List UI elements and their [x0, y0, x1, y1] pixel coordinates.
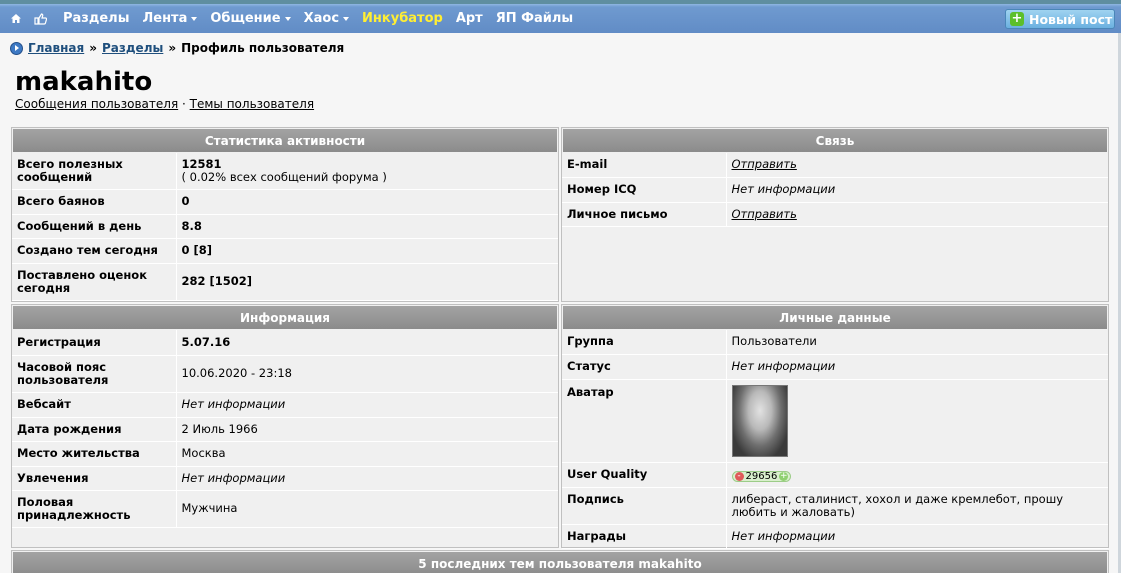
user-messages-link[interactable]: Сообщения пользователя [15, 97, 178, 111]
page-title: makahito [15, 67, 153, 97]
info-label: Вебсайт [12, 392, 177, 418]
breadcrumb-current: Профиль пользователя [181, 41, 345, 55]
send-email-link[interactable]: Отправить [732, 157, 797, 171]
home-icon[interactable] [5, 8, 27, 30]
thumbs-up-icon[interactable] [29, 8, 51, 30]
stats-value: 0 [8] [176, 238, 558, 264]
avatar [731, 384, 788, 457]
stats-value: 282 [1502] [176, 263, 558, 301]
personal-panel: Личные данные Группа Пользователи Статус… [561, 304, 1109, 549]
nav-feed[interactable]: Лента [142, 11, 198, 26]
user-quality-badge: - 29656 + [731, 470, 792, 482]
info-panel: Информация Регистрация 5.07.16 Часовой п… [11, 304, 559, 548]
nav-sections[interactable]: Разделы [63, 11, 129, 26]
info-value: Нет информации [176, 466, 558, 491]
minus-icon[interactable]: - [734, 471, 744, 481]
breadcrumb-separator: » [168, 41, 177, 55]
personal-label: Статус [562, 354, 727, 380]
stats-label: Всего полезных сообщений [12, 153, 177, 190]
contact-label: E-mail [562, 153, 727, 178]
breadcrumb-separator: » [89, 41, 97, 55]
nav-chaos[interactable]: Хаос [304, 11, 350, 26]
stats-value: 0 [176, 189, 558, 215]
nav-art[interactable]: Арт [456, 11, 483, 26]
info-label: Часовой пояс пользователя [12, 355, 177, 393]
nav-incubator[interactable]: Инкубатор [362, 11, 443, 26]
plus-icon: + [1010, 11, 1024, 26]
breadcrumb-sections[interactable]: Разделы [102, 41, 163, 55]
arrow-circle-icon [10, 41, 23, 55]
signature-text: либераст, сталинист, хохол и даже кремле… [726, 487, 1108, 525]
recent-topics-panel: 5 последних тем пользователя makahito [11, 550, 1109, 573]
user-topics-link[interactable]: Темы пользователя [190, 97, 314, 111]
breadcrumb: Главная » Разделы » Профиль пользователя [10, 41, 344, 55]
chevron-down-icon [191, 17, 198, 21]
chevron-down-icon [284, 17, 291, 21]
stats-value: 12581 ( 0.02% всех сообщений форума ) [176, 153, 558, 190]
personal-value: Нет информации [726, 524, 1108, 549]
info-label: Регистрация [12, 330, 177, 356]
link-separator: · [182, 97, 186, 111]
personal-label: Аватар [562, 379, 727, 463]
nav-files[interactable]: ЯП Файлы [496, 11, 573, 26]
user-quality-value: 29656 [745, 470, 778, 482]
new-post-button[interactable]: + Новый пост [1005, 9, 1115, 29]
breadcrumb-home[interactable]: Главная [28, 41, 84, 55]
info-value: Нет информации [176, 392, 558, 418]
user-links: Сообщения пользователя · Темы пользовате… [15, 97, 314, 111]
nav-communication[interactable]: Общение [210, 11, 291, 26]
contact-label: Номер ICQ [562, 177, 727, 203]
chevron-down-icon [343, 17, 350, 21]
info-value: Москва [176, 441, 558, 467]
contact-panel-title: Связь [563, 129, 1107, 152]
personal-label: User Quality [562, 462, 727, 488]
personal-panel-title: Личные данные [563, 306, 1107, 329]
contact-panel: Связь E-mail Отправить Номер ICQ Нет инф… [561, 127, 1109, 302]
personal-value: Пользователи [726, 330, 1108, 355]
info-value: 5.07.16 [176, 330, 558, 356]
contact-value: Нет информации [726, 177, 1108, 203]
info-label: Дата рождения [12, 417, 177, 442]
recent-topics-title: 5 последних тем пользователя makahito [13, 552, 1107, 573]
stats-label: Поставлено оценок сегодня [12, 263, 177, 301]
personal-label: Группа [562, 330, 727, 355]
info-value: 10.06.2020 - 23:18 [176, 355, 558, 393]
stats-panel: Статистика активности Всего полезных соо… [11, 127, 559, 302]
stats-panel-title: Статистика активности [13, 129, 557, 152]
personal-label: Награды [562, 524, 727, 549]
stats-label: Всего баянов [12, 189, 177, 215]
info-panel-title: Информация [13, 306, 557, 329]
stats-label: Создано тем сегодня [12, 238, 177, 264]
send-pm-link[interactable]: Отправить [732, 207, 797, 221]
personal-label: Подпись [562, 487, 727, 525]
info-label: Увлечения [12, 466, 177, 491]
contact-label: Личное письмо [562, 202, 727, 227]
stats-label: Сообщений в день [12, 214, 177, 239]
info-value: 2 Июль 1966 [176, 417, 558, 442]
info-value: Мужчина [176, 490, 558, 528]
stats-value: 8.8 [176, 214, 558, 239]
top-navbar: Разделы Лента Общение Хаос Инкубатор Арт… [0, 0, 1121, 33]
personal-value: Нет информации [726, 354, 1108, 380]
page: Разделы Лента Общение Хаос Инкубатор Арт… [0, 0, 1121, 573]
info-label: Половая принадлежность [12, 490, 177, 528]
plus-icon[interactable]: + [779, 471, 789, 481]
stats-note: ( 0.02% всех сообщений форума ) [181, 169, 387, 184]
info-label: Место жительства [12, 441, 177, 467]
